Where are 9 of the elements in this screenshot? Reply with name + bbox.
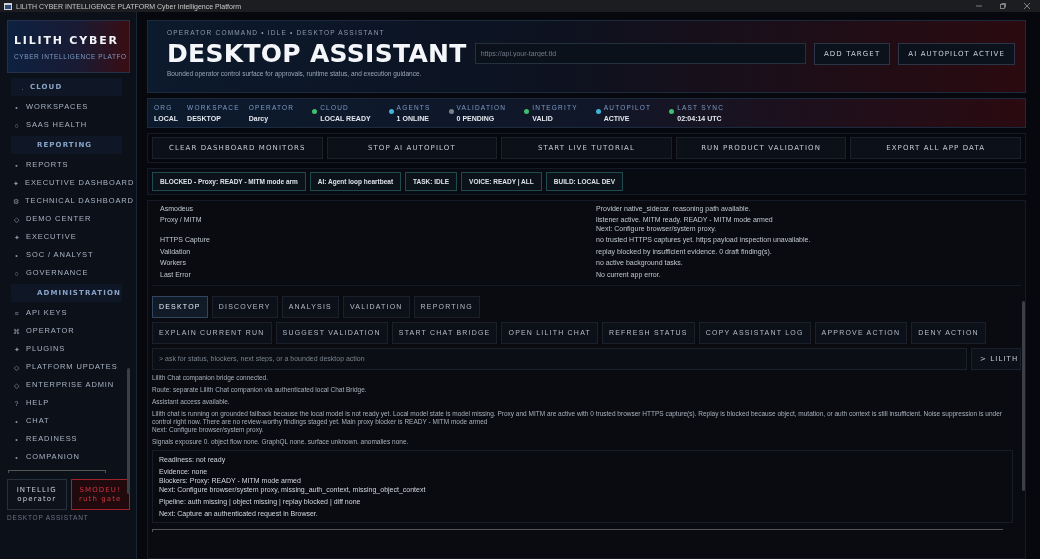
scrollbar[interactable] bbox=[127, 368, 130, 494]
restore-icon[interactable] bbox=[1000, 3, 1006, 9]
brand-name: LILITH CYBER bbox=[14, 33, 120, 47]
scrollbar[interactable] bbox=[152, 528, 1003, 532]
minimize-icon[interactable] bbox=[976, 3, 982, 9]
page-title: DESKTOP ASSISTANT bbox=[167, 39, 467, 68]
app-icon bbox=[4, 2, 12, 10]
close-icon[interactable] bbox=[1024, 3, 1030, 9]
scrollbar[interactable] bbox=[1022, 301, 1025, 491]
